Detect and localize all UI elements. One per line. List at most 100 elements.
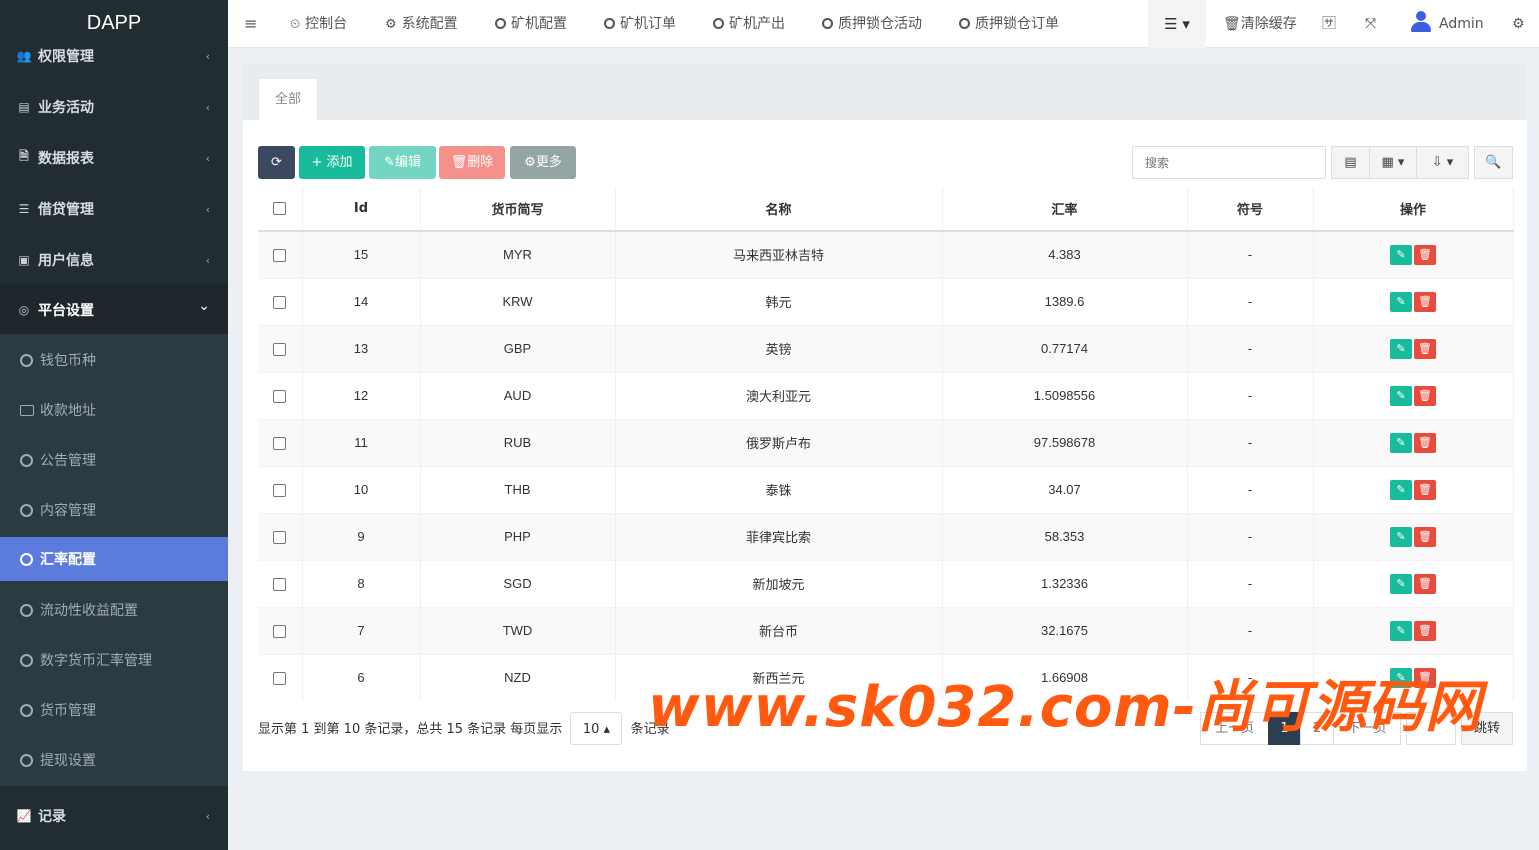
refresh-button[interactable]: ⟳ [258,146,295,179]
row-select-cell [258,606,303,654]
sidebar-subitem-withdraw[interactable]: 提现设置 [0,738,228,782]
export-dropdown[interactable]: ⇩ ▾ [1416,146,1469,179]
tab-list-dropdown[interactable]: ☰ ▾ [1148,0,1206,48]
tab-all[interactable]: 全部 [259,79,317,120]
tab-miner-config[interactable]: 矿机配置 [495,0,567,48]
fullscreen-icon[interactable]: ⤧ [1365,0,1376,48]
row-delete-icon[interactable]: 🗑 [1414,244,1436,265]
table-row[interactable]: 11 RUB 俄罗斯卢布 97.598678- ✎ 🗑 [258,418,1514,466]
search-input[interactable] [1132,146,1326,179]
list-alt-icon: ▤ [18,99,30,114]
users-icon: 👥 [16,48,32,63]
sidebar-subitem-liquidity[interactable]: 流动性收益配置 [0,588,228,632]
row-edit-icon[interactable]: ✎ [1390,244,1412,265]
sidebar-subitem-announcements[interactable]: 公告管理 [0,438,228,482]
cell-rate: 58.353 [942,512,1188,560]
exchange-rate-table: Id 货币简写 名称 汇率 符号 操作 15 MYR 马来西亚林吉特 4.383- ✎ 🗑… [258,187,1514,701]
row-checkbox[interactable] [273,625,287,639]
sidebar-item-reports[interactable]: 🗎 数据报表 ‹ [0,132,228,183]
tab-staking-activity[interactable]: 质押锁仓活动 [822,0,922,48]
cell-actions: ✎ 🗑 [1313,606,1514,654]
row-delete-icon[interactable]: 🗑 [1414,385,1436,406]
row-checkbox[interactable] [273,531,287,545]
search-button[interactable]: 🔍 [1474,146,1513,179]
table-row[interactable]: 8 SGD 新加坡元 1.32336- ✎ 🗑 [258,559,1514,607]
table-row[interactable]: 15 MYR 马来西亚林吉特 4.383- ✎ 🗑 [258,230,1514,278]
row-checkbox[interactable] [273,390,287,404]
table-row[interactable]: 14 KRW 韩元 1389.6- ✎ 🗑 [258,277,1514,325]
row-edit-icon[interactable]: ✎ [1390,338,1412,359]
user-menu[interactable]: Admin [1411,0,1484,48]
row-checkbox[interactable] [273,437,287,451]
sidebar-item-business[interactable]: ▤ 业务活动 ‹ [0,81,228,132]
row-edit-icon[interactable]: ✎ [1390,526,1412,547]
row-checkbox[interactable] [273,343,287,357]
sidebar-subitem-crypto-rate[interactable]: 数字货币汇率管理 [0,638,228,682]
circle-icon [20,753,33,767]
translate-icon[interactable]: 🈂 [1322,0,1336,48]
sidebar-subitem-receive-address[interactable]: 收款地址 [0,388,228,432]
row-edit-icon[interactable]: ✎ [1390,432,1412,453]
menu-toggle-icon[interactable]: ≡ [244,14,258,33]
row-checkbox[interactable] [273,249,287,263]
edit-button[interactable]: ✎编辑 [369,146,436,179]
add-button[interactable]: + 添加 [299,146,365,179]
sidebar-subitem-wallet-coins[interactable]: 钱包币种 [0,338,228,382]
row-checkbox[interactable] [273,296,287,310]
tab-staking-orders[interactable]: 质押锁仓订单 [959,0,1059,48]
row-delete-icon[interactable]: 🗑 [1414,338,1436,359]
more-button[interactable]: ⚙更多 [510,146,576,179]
sidebar-item-permissions[interactable]: 👥 权限管理 ‹ [0,30,228,81]
sidebar-item-platform-settings[interactable]: ◎ 平台设置 ⌄ [0,284,228,335]
column-header-id[interactable]: Id [302,187,421,232]
cell-name: 马来西亚林吉特 [615,230,943,278]
table-row[interactable]: 13 GBP 英镑 0.77174- ✎ 🗑 [258,324,1514,372]
columns-dropdown[interactable]: ▦ ▾ [1369,146,1417,179]
row-edit-icon[interactable]: ✎ [1390,573,1412,594]
row-checkbox[interactable] [273,578,287,592]
table-row[interactable]: 10 THB 泰铢 34.07- ✎ 🗑 [258,465,1514,513]
sidebar-item-loans[interactable]: ☰ 借贷管理 ‹ [0,183,228,234]
tab-miner-output[interactable]: 矿机产出 [713,0,785,48]
sidebar-item-users[interactable]: ▣ 用户信息 ‹ [0,234,228,285]
tab-dashboard[interactable]: ⏲ 控制台 [290,0,347,48]
sidebar-subitem-content[interactable]: 内容管理 [0,488,228,532]
sidebar-subitem-currency[interactable]: 货币管理 [0,688,228,732]
column-header-rate[interactable]: 汇率 [942,187,1188,232]
column-header-symbol[interactable]: 符号 [1187,187,1314,232]
row-delete-icon[interactable]: 🗑 [1414,432,1436,453]
row-delete-icon[interactable]: 🗑 [1414,479,1436,500]
column-header-name[interactable]: 名称 [615,187,943,232]
row-delete-icon[interactable]: 🗑 [1414,526,1436,547]
sidebar-item-records[interactable]: 📈 记录 ‹ [0,790,228,841]
page-size-dropdown[interactable]: 10 ▴ [570,712,623,745]
column-header-code[interactable]: 货币简写 [420,187,616,232]
row-select-cell [258,230,303,278]
row-delete-icon[interactable]: 🗑 [1414,573,1436,594]
row-checkbox[interactable] [273,672,287,686]
cell-name: 菲律宾比索 [615,512,943,560]
tab-system-config[interactable]: ⚙ 系统配置 [385,0,458,48]
row-delete-icon[interactable]: 🗑 [1414,291,1436,312]
settings-icon[interactable]: ⚙ [1512,0,1525,48]
row-delete-icon[interactable]: 🗑 [1414,620,1436,641]
row-edit-icon[interactable]: ✎ [1390,385,1412,406]
delete-button[interactable]: 🗑删除 [439,146,505,179]
top-navbar: ≡ ⏲ 控制台 ⚙ 系统配置 矿机配置 矿机订单 矿机产出 质押锁仓活动 质押锁仓订… [228,0,1539,48]
cell-actions: ✎ 🗑 [1313,418,1514,466]
row-edit-icon[interactable]: ✎ [1390,620,1412,641]
table-row[interactable]: 9 PHP 菲律宾比索 58.353- ✎ 🗑 [258,512,1514,560]
select-all-checkbox[interactable] [273,202,287,215]
cell-actions: ✎ 🗑 [1313,465,1514,513]
table-row[interactable]: 12 AUD 澳大利亚元 1.5098556- ✎ 🗑 [258,371,1514,419]
tab-miner-orders[interactable]: 矿机订单 [604,0,676,48]
row-checkbox[interactable] [273,484,287,498]
table-row[interactable]: 7 TWD 新台币 32.1675- ✎ 🗑 [258,606,1514,654]
pagination-info: 显示第 1 到第 10 条记录，总共 15 条记录 每页显示 10 ▴ 条记录 [258,712,670,745]
clear-cache-button[interactable]: 🗑清除缓存 [1223,0,1297,48]
row-edit-icon[interactable]: ✎ [1390,291,1412,312]
sidebar-subitem-exchange-rate[interactable]: 汇率配置 [0,537,228,581]
cell-symbol: - [1187,418,1314,466]
row-edit-icon[interactable]: ✎ [1390,479,1412,500]
toggle-view-button[interactable]: ▤ [1331,146,1370,179]
